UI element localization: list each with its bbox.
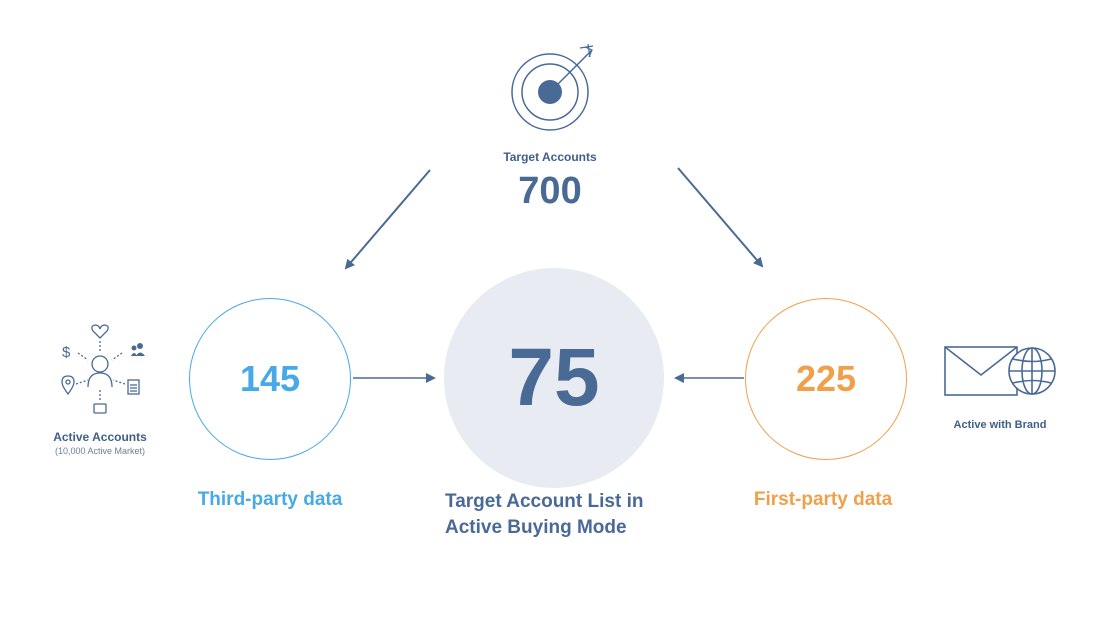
envelope-globe-icon bbox=[944, 346, 1056, 396]
first-party-circle: 225 bbox=[745, 298, 907, 460]
target-list-circle: 75 bbox=[444, 268, 664, 488]
first-party-caption: First-party data bbox=[753, 489, 893, 510]
arrow-top-to-right bbox=[677, 167, 764, 268]
third-party-circle: 145 bbox=[189, 298, 351, 460]
active-accounts-sublabel: (10,000 Active Market) bbox=[54, 446, 146, 456]
target-list-caption-line2: Active Buying Mode bbox=[445, 517, 627, 538]
target-list-caption-line1: Target Account List in bbox=[445, 491, 644, 512]
target-list-caption: Target Account List in Active Buying Mod… bbox=[445, 489, 685, 541]
first-party-value: 225 bbox=[795, 358, 857, 399]
third-party-value: 145 bbox=[239, 358, 301, 399]
target-accounts-value: 700 bbox=[518, 170, 582, 212]
active-with-brand-label: Active with Brand bbox=[953, 419, 1047, 431]
arrow-top-to-left bbox=[344, 169, 431, 270]
third-party-caption: Third-party data bbox=[197, 489, 343, 510]
target-accounts-label: Target Accounts bbox=[503, 150, 597, 164]
target-icon bbox=[511, 43, 594, 131]
target-list-value: 75 bbox=[508, 332, 600, 423]
active-accounts-label: Active Accounts bbox=[53, 430, 147, 444]
svg-text:$: $ bbox=[62, 344, 71, 361]
person-network-icon: $ bbox=[61, 324, 145, 414]
